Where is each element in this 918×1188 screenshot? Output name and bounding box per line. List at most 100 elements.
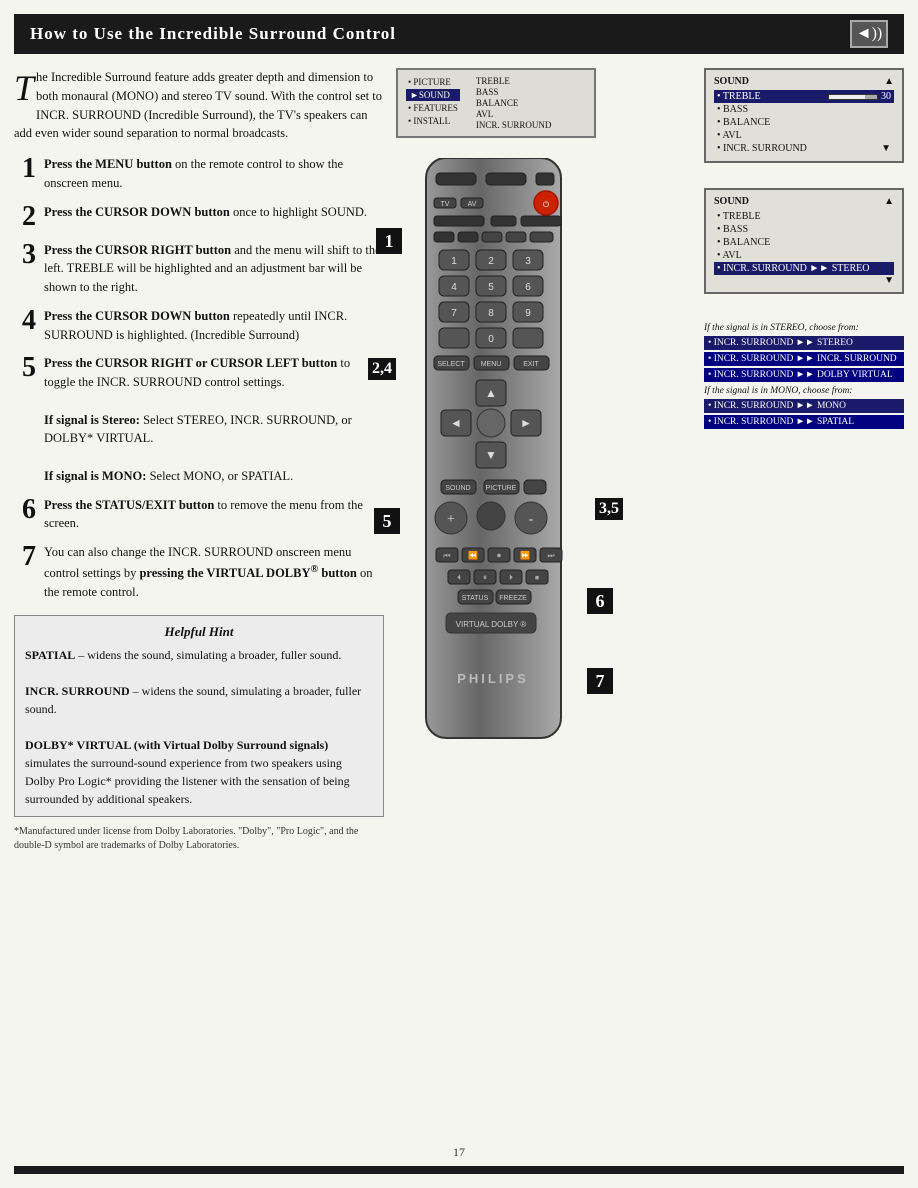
svg-text:FREEZE: FREEZE bbox=[499, 595, 527, 602]
svg-text:⏩: ⏩ bbox=[520, 550, 530, 560]
tv-menu-sound-selected: ►SOUND bbox=[406, 89, 460, 101]
svg-text:2: 2 bbox=[488, 256, 494, 267]
right-column: • PICTURE ►SOUND • FEATURES • INSTALL TR… bbox=[396, 68, 904, 1135]
step-7: 7 You can also change the INCR. SURROUND… bbox=[14, 543, 384, 601]
tv-screen2-avl: • AVL bbox=[714, 129, 894, 142]
mono-label: If the signal is in MONO, choose from: bbox=[704, 386, 904, 396]
step-5-number: 5 bbox=[14, 354, 36, 382]
tv-screen2-incr: • INCR. SURROUND ▼ bbox=[714, 142, 894, 155]
tv-menu-left-col: • PICTURE ►SOUND • FEATURES • INSTALL bbox=[406, 76, 460, 130]
intro-text: he Incredible Surround feature adds grea… bbox=[14, 70, 382, 140]
svg-text:SOUND: SOUND bbox=[445, 485, 470, 492]
step-2-number: 2 bbox=[14, 203, 36, 231]
tv-screen3-incr-highlighted: • INCR. SURROUND ►► STEREO bbox=[714, 262, 894, 275]
tv-screen3-header: SOUND ▲ bbox=[714, 196, 894, 207]
svg-text:AV: AV bbox=[468, 201, 477, 208]
svg-text:VIRTUAL DOLBY ®: VIRTUAL DOLBY ® bbox=[456, 620, 527, 629]
svg-text:7: 7 bbox=[451, 308, 457, 319]
helpful-hint-box: Helpful Hint SPATIAL – widens the sound,… bbox=[14, 615, 384, 817]
tv-screen3-incr-label: • INCR. SURROUND ►► STEREO bbox=[717, 263, 869, 274]
step-3: 3 Press the CURSOR RIGHT button and the … bbox=[14, 241, 384, 297]
tv-screen3-avl: • AVL bbox=[714, 249, 894, 262]
svg-text:⏭: ⏭ bbox=[547, 551, 554, 560]
drop-cap: T bbox=[14, 70, 34, 106]
tv-screen2-title: SOUND bbox=[714, 76, 749, 87]
tv-screen-2: SOUND ▲ • TREBLE 30 • BASS • BALANCE • A… bbox=[704, 68, 904, 163]
step-2: 2 Press the CURSOR DOWN button once to h… bbox=[14, 203, 384, 231]
tv-screen2-incr-label: • INCR. SURROUND bbox=[717, 143, 807, 154]
step-badge-35: 3,5 bbox=[595, 498, 623, 520]
treble-bar-track bbox=[828, 94, 878, 100]
stereo-opt-2: • INCR. SURROUND ►► INCR. SURROUND bbox=[704, 352, 904, 366]
step-4-text: Press the CURSOR DOWN button repeatedly … bbox=[44, 307, 384, 345]
svg-text:8: 8 bbox=[488, 308, 494, 319]
tv-screen2-treble-label: • TREBLE bbox=[717, 91, 761, 102]
svg-text:4: 4 bbox=[451, 282, 457, 293]
tv-screen2-treble-row: • TREBLE 30 bbox=[714, 90, 894, 103]
tv-screen-1: • PICTURE ►SOUND • FEATURES • INSTALL TR… bbox=[396, 68, 596, 138]
mono-opt-2: • INCR. SURROUND ►► SPATIAL bbox=[704, 415, 904, 429]
main-content: T he Incredible Surround feature adds gr… bbox=[0, 54, 918, 1135]
remote-svg: ⏻ TV AV bbox=[406, 158, 581, 758]
step-4: 4 Press the CURSOR DOWN button repeatedl… bbox=[14, 307, 384, 345]
svg-text:►: ► bbox=[520, 416, 532, 430]
svg-text:-: - bbox=[529, 512, 534, 527]
svg-text:TV: TV bbox=[441, 201, 450, 208]
svg-text:⏸: ⏸ bbox=[483, 573, 487, 582]
step-badge-1: 1 bbox=[376, 228, 402, 254]
hint-title: Helpful Hint bbox=[25, 624, 373, 640]
step-3-number: 3 bbox=[14, 241, 36, 269]
step-badge-24: 2,4 bbox=[368, 358, 396, 380]
tv-menu-avl: AVL bbox=[476, 109, 552, 119]
tv-screen3-balance: • BALANCE bbox=[714, 236, 894, 249]
page-title: How to Use the Incredible Surround Contr… bbox=[30, 24, 396, 44]
tv-menu-incr-surround: INCR. SURROUND bbox=[476, 120, 552, 130]
stereo-label: If the signal is in STEREO, choose from: bbox=[704, 323, 904, 333]
step-6: 6 Press the STATUS/EXIT button to remove… bbox=[14, 496, 384, 534]
tv-screen2-up-arrow: ▲ bbox=[884, 76, 894, 87]
tv-menu-picture: • PICTURE bbox=[406, 76, 460, 88]
svg-text:+: + bbox=[447, 512, 455, 527]
step-4-number: 4 bbox=[14, 307, 36, 335]
step-7-text: You can also change the INCR. SURROUND o… bbox=[44, 543, 384, 601]
svg-text:6: 6 bbox=[525, 282, 531, 293]
svg-text:⏻: ⏻ bbox=[543, 200, 550, 209]
tv-screen3-treble: • TREBLE bbox=[714, 210, 894, 223]
step-5-text: Press the CURSOR RIGHT or CURSOR LEFT bu… bbox=[44, 354, 384, 485]
tv-menu-bass: BASS bbox=[476, 87, 552, 97]
treble-bar-fill bbox=[829, 95, 865, 99]
tv-menu-right-col: TREBLE BASS BALANCE AVL INCR. SURROUND bbox=[476, 76, 552, 130]
tv-menu-treble: TREBLE bbox=[476, 76, 552, 86]
svg-text:⏺: ⏺ bbox=[497, 551, 501, 560]
hint-content: SPATIAL – widens the sound, simulating a… bbox=[25, 646, 373, 808]
svg-text:STATUS: STATUS bbox=[462, 595, 489, 602]
step-1-text: Press the MENU button on the remote cont… bbox=[44, 155, 384, 193]
svg-text:▼: ▼ bbox=[485, 448, 497, 462]
svg-text:PICTURE: PICTURE bbox=[486, 485, 517, 492]
page-number: 17 bbox=[0, 1135, 918, 1166]
tv-screen3-down-arrow: ▼ bbox=[714, 275, 894, 286]
speaker-icon: ◄)) bbox=[850, 20, 888, 48]
svg-text:⏵: ⏵ bbox=[509, 573, 513, 582]
tv-screen2-balance: • BALANCE bbox=[714, 116, 894, 129]
left-column: T he Incredible Surround feature adds gr… bbox=[14, 68, 384, 1135]
tv-screen3-title: SOUND bbox=[714, 196, 749, 207]
tv-menu-balance: BALANCE bbox=[476, 98, 552, 108]
step-6-number: 6 bbox=[14, 496, 36, 524]
svg-text:5: 5 bbox=[488, 282, 494, 293]
remote-illustration: 1 2,4 5 3,5 6 7 bbox=[406, 158, 581, 762]
step-badge-6: 6 bbox=[587, 588, 613, 614]
step-badge-7: 7 bbox=[587, 668, 613, 694]
svg-text:⏮: ⏮ bbox=[443, 551, 450, 560]
steps-list: 1 Press the MENU button on the remote co… bbox=[14, 155, 384, 601]
svg-text:1: 1 bbox=[451, 256, 457, 267]
svg-text:PHILIPS: PHILIPS bbox=[457, 671, 529, 686]
stereo-options-panel: If the signal is in STEREO, choose from:… bbox=[704, 323, 904, 429]
svg-text:⏴: ⏴ bbox=[457, 573, 461, 582]
stereo-opt-3: • INCR. SURROUND ►► DOLBY VIRTUAL bbox=[704, 368, 904, 382]
svg-text:⏪: ⏪ bbox=[468, 550, 478, 560]
step-badge-5: 5 bbox=[374, 508, 400, 534]
tv-menu-features: • FEATURES bbox=[406, 102, 460, 114]
mono-opt-1: • INCR. SURROUND ►► MONO bbox=[704, 399, 904, 413]
tv-screen2-treble-bar: 30 bbox=[828, 91, 891, 102]
